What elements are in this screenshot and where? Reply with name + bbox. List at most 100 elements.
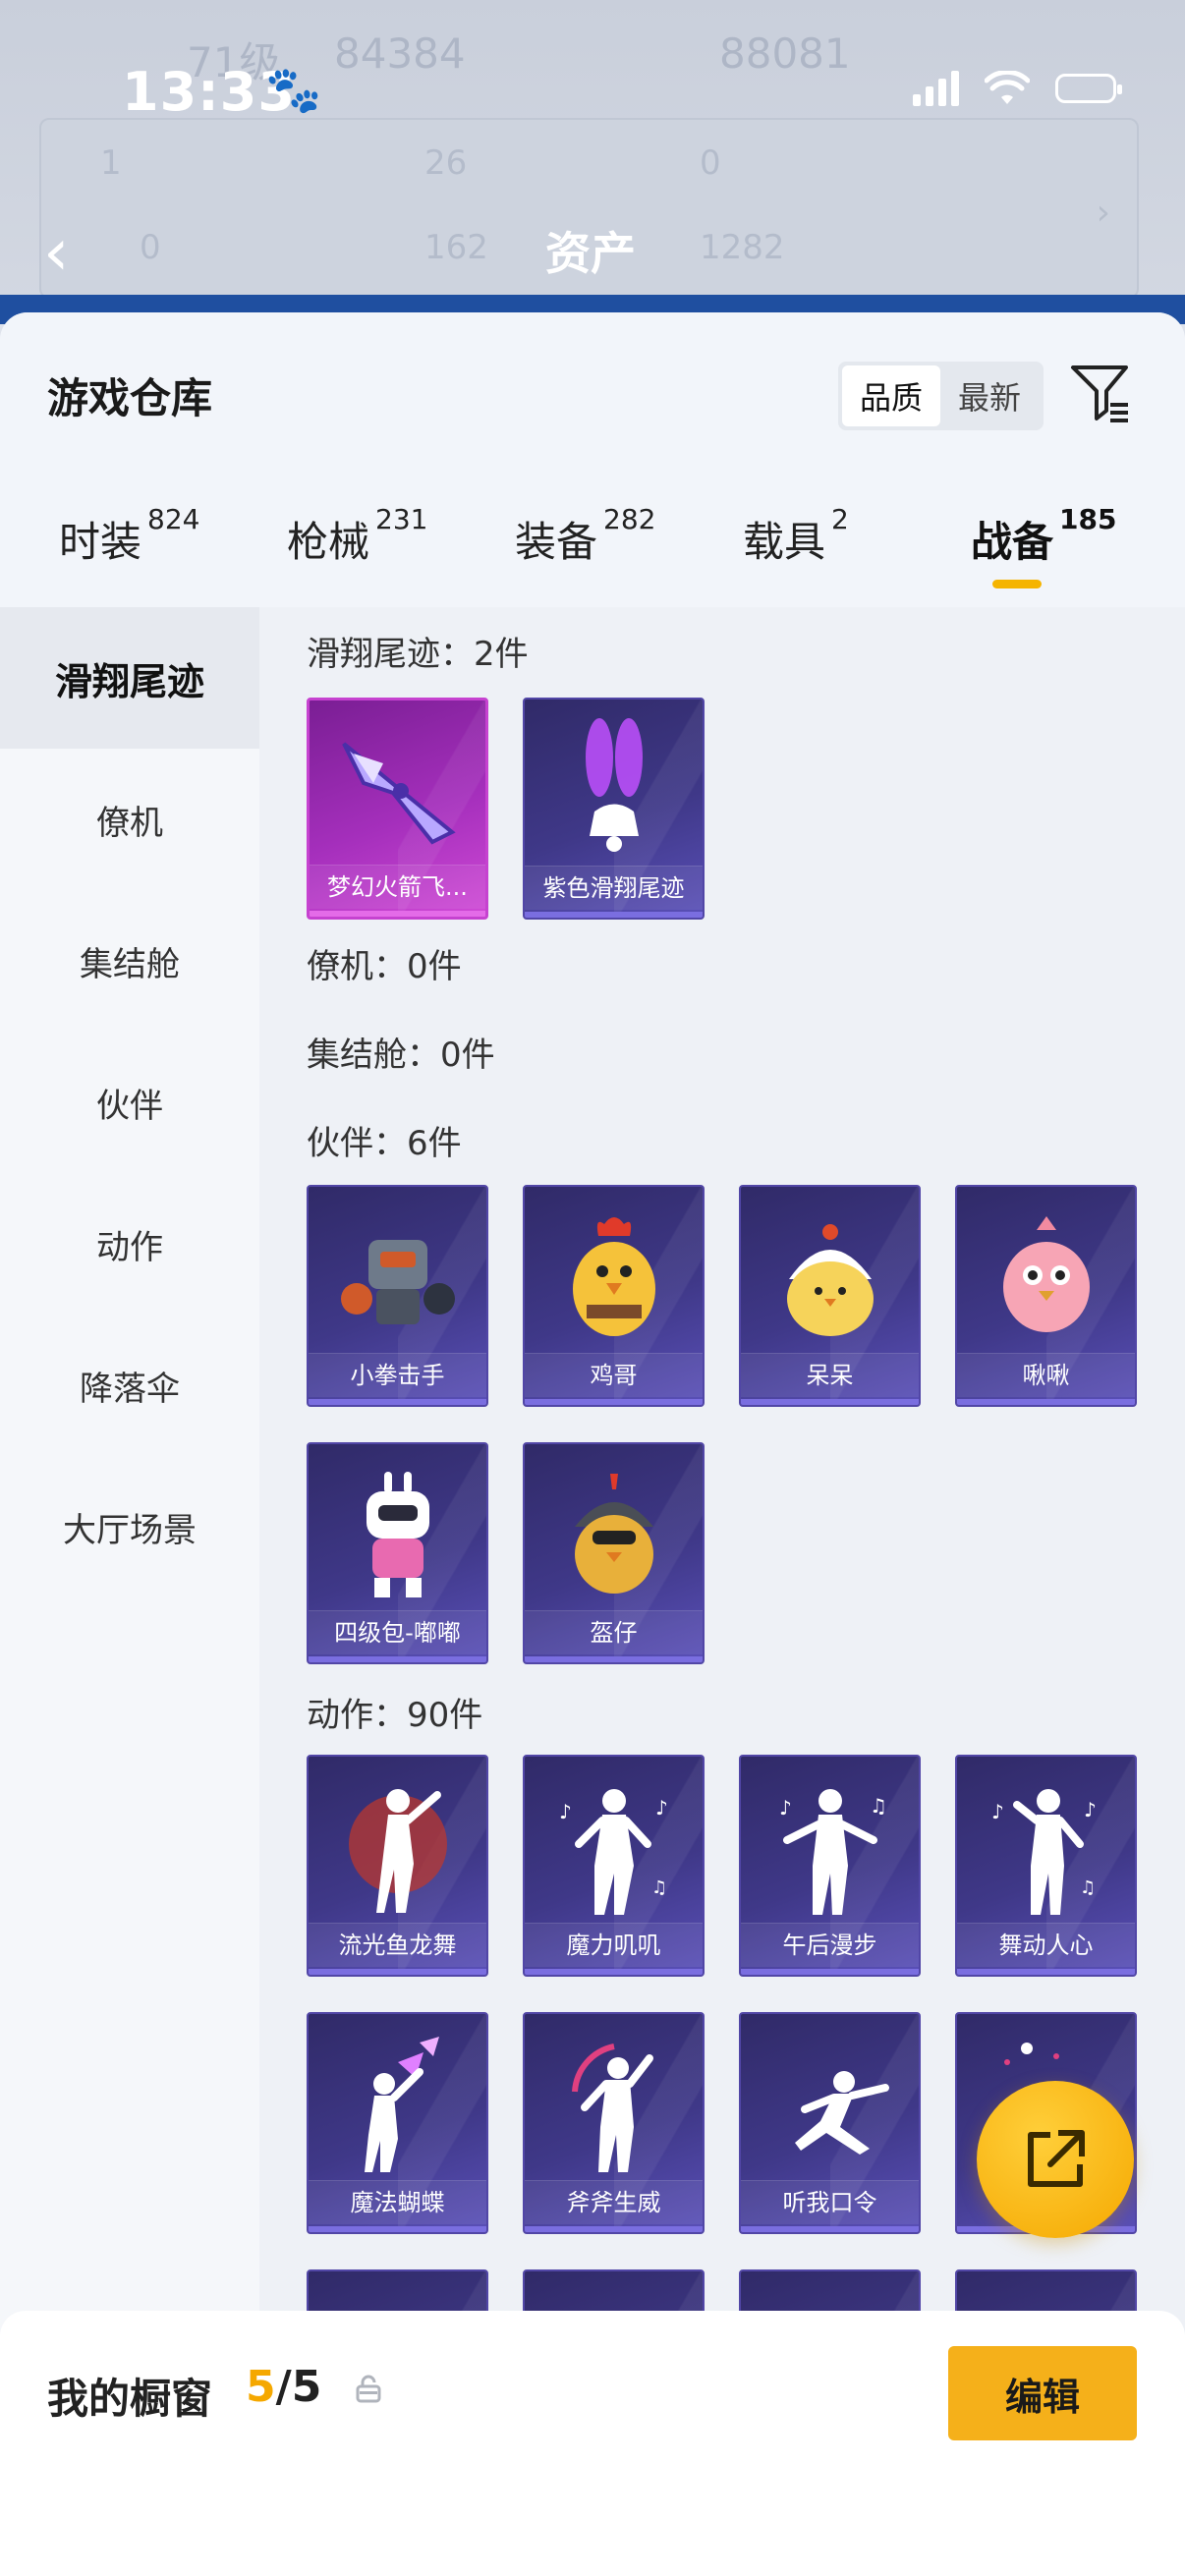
- item-card[interactable]: ♪ ♪ ♫ 舞动人心: [955, 1755, 1137, 1977]
- item-name: 小拳击手: [309, 1353, 486, 1397]
- magic-butterfly-art: [309, 2028, 486, 2185]
- share-button[interactable]: [977, 2081, 1134, 2238]
- edit-button[interactable]: 编辑: [948, 2346, 1137, 2440]
- battery-icon: [1055, 74, 1122, 103]
- item-name: 紫色滑翔尾迹: [525, 866, 703, 910]
- item-name: 魔力叽叽: [525, 1923, 703, 1967]
- dragon-dance-art: [309, 1770, 486, 1928]
- warehouse-sheet: 游戏仓库 品质 最新 时装 824 枪械 231 装备 282 载具 2 战备 185 滑…: [0, 312, 1185, 2576]
- sheet-header: 游戏仓库 品质 最新 时装 824 枪械 231 装备 282 载具 2 战备 185: [0, 312, 1185, 607]
- item-name: 斧斧生威: [525, 2180, 703, 2224]
- item-card[interactable]: 流光鱼龙舞: [307, 1755, 488, 1977]
- item-name: 舞动人心: [957, 1923, 1135, 1967]
- tab-battle-prep[interactable]: 战备 185: [971, 503, 1116, 569]
- item-name: 梦幻火箭飞...: [310, 865, 485, 909]
- item-card[interactable]: 啾啾: [955, 1185, 1137, 1407]
- item-card[interactable]: 梦幻火箭飞...: [307, 698, 488, 920]
- dancer-music-art: ♪ ♪ ♫: [525, 1770, 703, 1928]
- item-card[interactable]: 斧斧生威: [523, 2012, 705, 2234]
- sidebar-item-partner[interactable]: 伙伴: [0, 1032, 259, 1173]
- sort-quality-button[interactable]: 品质: [842, 365, 940, 426]
- item-card[interactable]: ♪ ♫ 午后漫步: [739, 1755, 921, 1977]
- sidebar-item-emote[interactable]: 动作: [0, 1173, 259, 1315]
- tab-guns[interactable]: 枪械 231: [287, 503, 427, 569]
- rocket-glider-art: [310, 714, 485, 871]
- sort-toggle: 品质 最新: [838, 362, 1044, 430]
- tab-label: 战备: [971, 518, 1054, 566]
- showcase-label: 我的橱窗: [47, 2375, 213, 2423]
- item-card[interactable]: 小拳击手: [307, 1185, 488, 1407]
- item-name: 啾啾: [957, 1353, 1135, 1397]
- section-label-partner: 伙伴：6件: [307, 1124, 462, 1163]
- tab-label: 枪械: [287, 518, 370, 566]
- item-card[interactable]: 呆呆: [739, 1185, 921, 1407]
- sidebar-item-parachute[interactable]: 降落伞: [0, 1315, 259, 1456]
- back-arrow-icon[interactable]: ‹: [43, 214, 69, 290]
- item-card[interactable]: 鸡哥: [523, 1185, 705, 1407]
- share-icon: [1028, 2130, 1085, 2187]
- showcase-bar: 我的橱窗 5/5 编辑: [0, 2311, 1185, 2576]
- sidebar-item-capsule[interactable]: 集结舱: [0, 890, 259, 1032]
- item-card[interactable]: ♪ ♪ ♫ 魔力叽叽: [523, 1755, 705, 1977]
- showcase-count-current: 5: [246, 2362, 276, 2412]
- chevron-right-icon: ›: [1096, 193, 1110, 233]
- tab-count: 824: [147, 503, 200, 535]
- item-card[interactable]: 听我口令: [739, 2012, 921, 2234]
- dancing-heart-art: ♪ ♪ ♫: [957, 1770, 1135, 1928]
- item-card[interactable]: 紫色滑翔尾迹: [523, 698, 705, 920]
- item-name: 呆呆: [741, 1353, 919, 1397]
- svg-text:♪: ♪: [779, 1796, 792, 1820]
- background-app: 71级 84384 88081 1 26 0 0 162 1282 13:33 …: [0, 0, 1185, 314]
- tab-label: 时装: [59, 518, 142, 566]
- tab-label: 装备: [515, 518, 598, 566]
- section-label-glide: 滑翔尾迹：2件: [307, 635, 529, 674]
- lock-icon[interactable]: [354, 2374, 383, 2403]
- item-card[interactable]: 魔法蝴蝶: [307, 2012, 488, 2234]
- item-name: 鸡哥: [525, 1353, 703, 1397]
- tab-equipment[interactable]: 装备 282: [515, 503, 655, 569]
- sidebar-item-wingman[interactable]: 僚机: [0, 749, 259, 890]
- item-card[interactable]: 四级包-嘟嘟: [307, 1442, 488, 1664]
- category-tabs: 时装 824 枪械 231 装备 282 载具 2 战备 185: [0, 503, 1185, 607]
- sidebar-item-lobby-scene[interactable]: 大厅场景: [0, 1456, 259, 1597]
- helmet-chick-art: [525, 1458, 703, 1615]
- svg-text:♪: ♪: [1084, 1798, 1097, 1821]
- listen-command-art: [741, 2028, 919, 2185]
- showcase-count-total: /5: [275, 2362, 322, 2412]
- item-name: 流光鱼龙舞: [309, 1923, 486, 1967]
- section-label-emote: 动作：90件: [307, 1696, 483, 1735]
- item-name: 四级包-嘟嘟: [309, 1610, 486, 1654]
- background-title: 资产: [545, 227, 636, 280]
- svg-text:♫: ♫: [651, 1877, 667, 1898]
- sort-newest-button[interactable]: 最新: [940, 365, 1039, 426]
- item-name: 魔法蝴蝶: [309, 2180, 486, 2224]
- item-name: 午后漫步: [741, 1923, 919, 1967]
- svg-text:♪: ♪: [559, 1800, 572, 1823]
- item-name: 盔仔: [525, 1610, 703, 1654]
- axe-might-art: [525, 2028, 703, 2185]
- wifi-icon: [985, 71, 1030, 104]
- paw-icon: 🐾: [265, 63, 322, 116]
- status-icons: [913, 71, 1122, 106]
- item-list: 滑翔尾迹：2件 梦幻火箭飞... 紫色滑翔尾迹 僚机：0件 集结舱：0件 伙伴：…: [259, 607, 1185, 2576]
- signal-icon: [913, 71, 959, 106]
- chick-art: [741, 1201, 919, 1358]
- section-label-capsule: 集结舱：0件: [307, 1036, 495, 1075]
- filter-icon[interactable]: [1069, 362, 1132, 424]
- tab-count: 231: [375, 503, 428, 535]
- sheet-title: 游戏仓库: [47, 374, 213, 422]
- svg-text:♫: ♫: [1080, 1877, 1096, 1898]
- tab-vehicles[interactable]: 载具 2: [743, 503, 849, 569]
- item-name: 听我口令: [741, 2180, 919, 2224]
- pink-robot-art: [309, 1458, 486, 1615]
- svg-text:♫: ♫: [870, 1794, 887, 1818]
- tab-fashion[interactable]: 时装 824: [59, 503, 199, 569]
- tab-label: 载具: [743, 518, 826, 566]
- showcase-count: 5/5: [246, 2362, 321, 2412]
- tab-count: 282: [603, 503, 656, 535]
- section-label-wingman: 僚机：0件: [307, 947, 462, 986]
- afternoon-walk-art: ♪ ♫: [741, 1770, 919, 1928]
- chicken-art: [525, 1201, 703, 1358]
- item-card[interactable]: 盔仔: [523, 1442, 705, 1664]
- sidebar-item-glide-trail[interactable]: 滑翔尾迹: [0, 607, 259, 749]
